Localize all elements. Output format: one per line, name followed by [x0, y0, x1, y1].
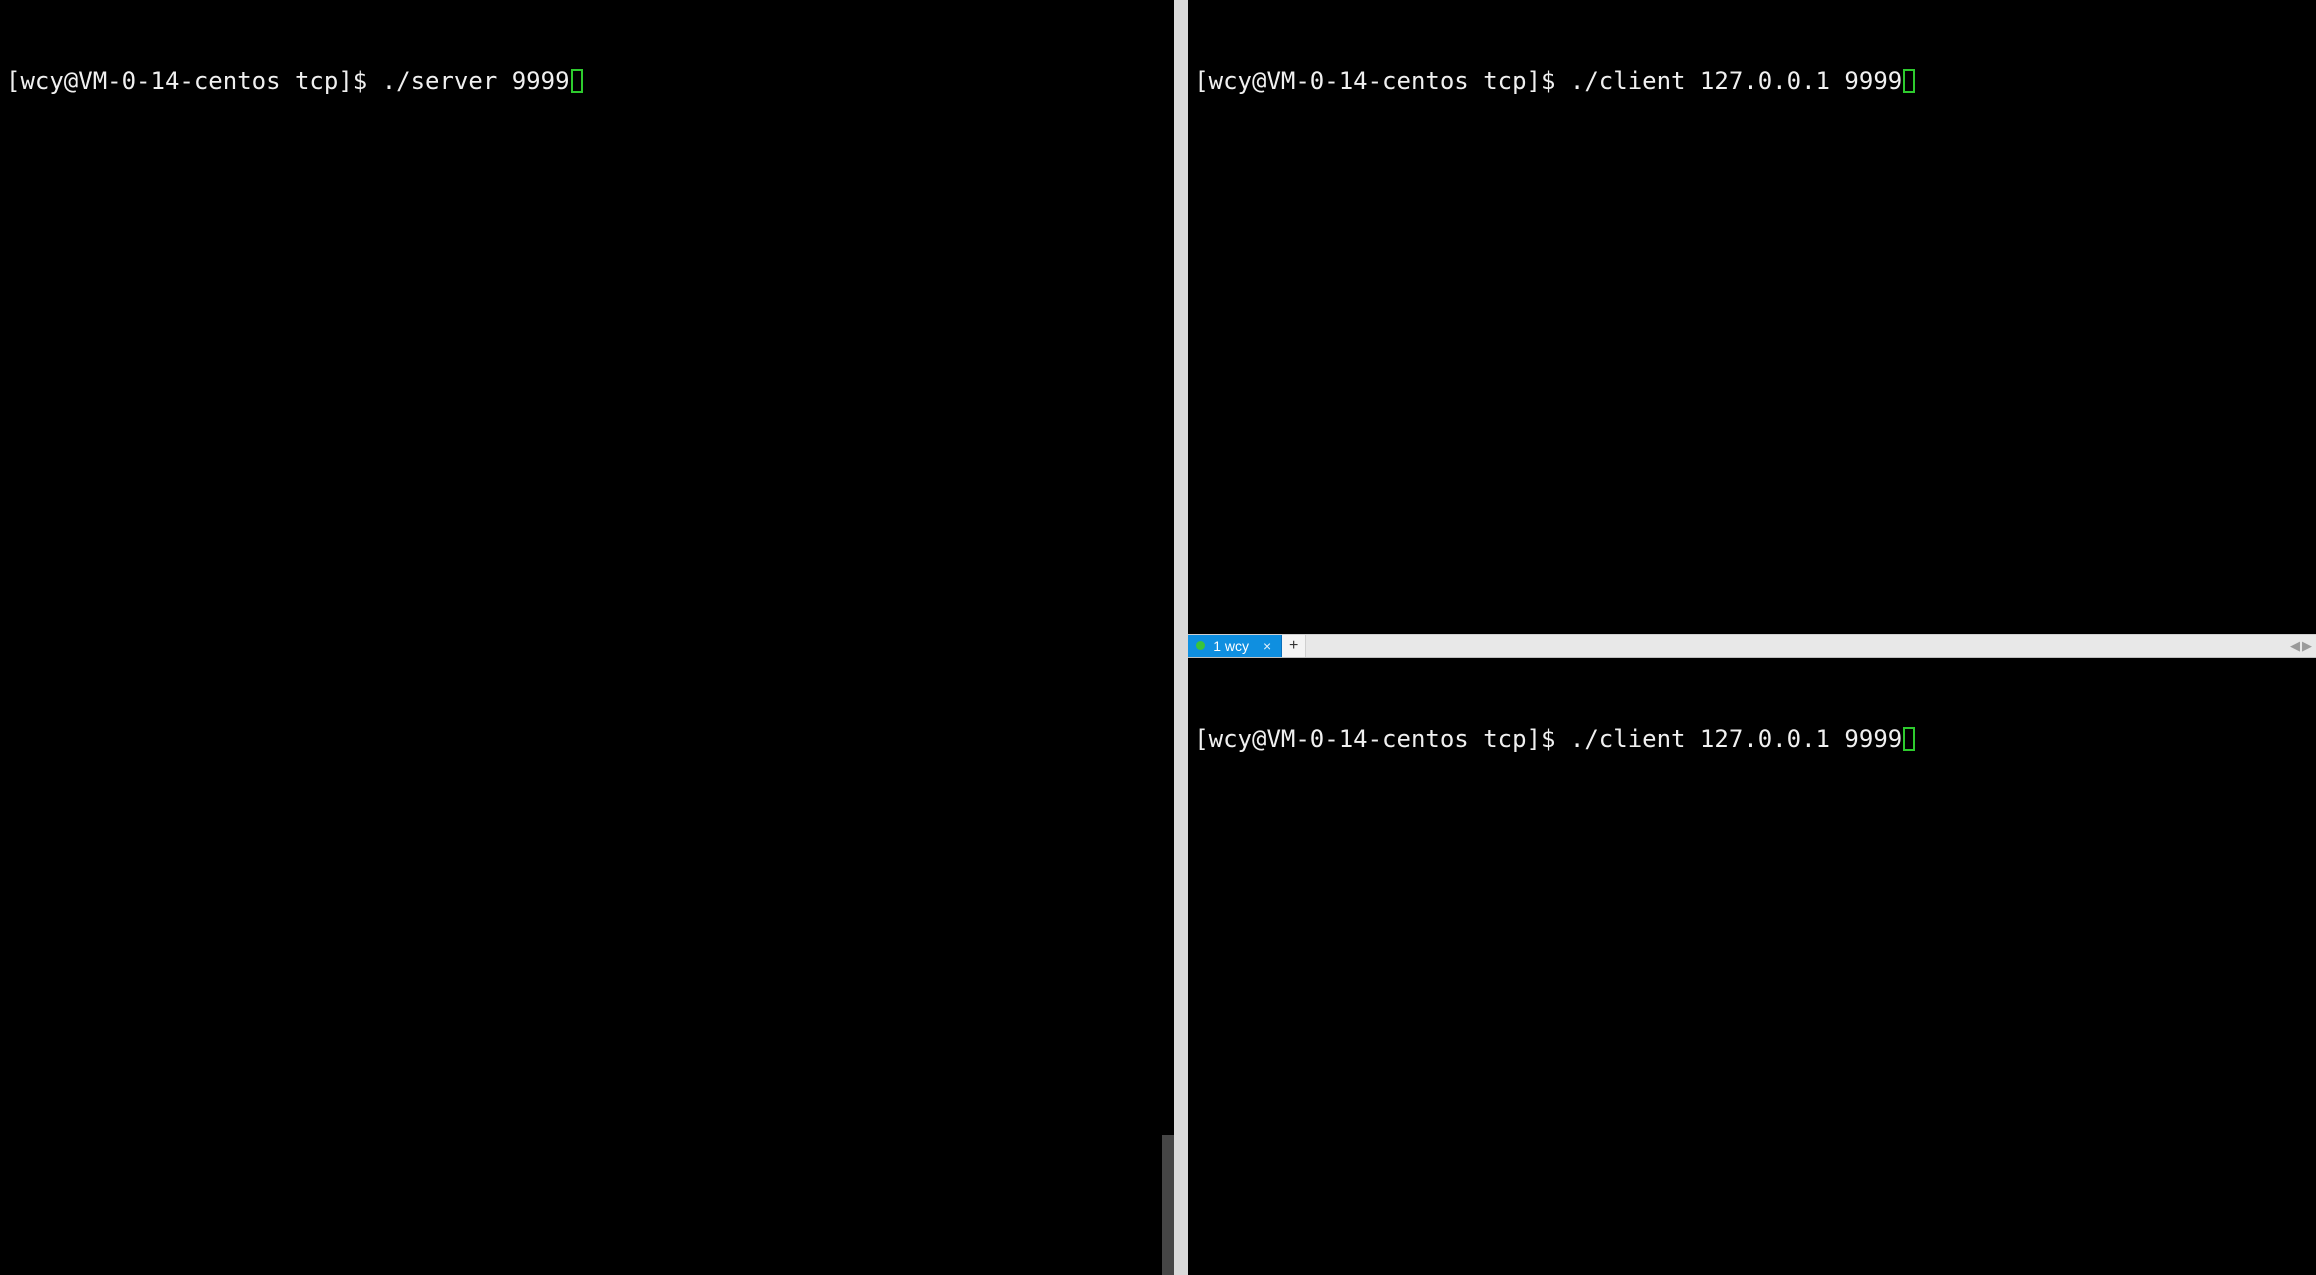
- new-tab-button[interactable]: +: [1282, 635, 1306, 657]
- plus-icon: +: [1289, 637, 1298, 655]
- right-bottom-terminal[interactable]: [wcy@VM-0-14-centos tcp]$ ./client 127.0…: [1188, 658, 2316, 1275]
- shell-command: ./client 127.0.0.1 9999: [1570, 67, 1902, 95]
- terminal-line: [wcy@VM-0-14-centos tcp]$ ./server 9999: [6, 66, 1168, 96]
- tab-title: wcy: [1225, 638, 1249, 654]
- terminal-line: [wcy@VM-0-14-centos tcp]$ ./client 127.0…: [1194, 724, 2310, 754]
- tab-index: 1: [1213, 638, 1221, 654]
- left-terminal[interactable]: [wcy@VM-0-14-centos tcp]$ ./server 9999: [0, 0, 1174, 1275]
- shell-prompt: [wcy@VM-0-14-centos tcp]$: [1194, 725, 1570, 753]
- right-bottom-terminal-wrapper: 1 wcy × + ◀ ▶ [wcy@VM-0-14-centos tcp]$ …: [1188, 634, 2316, 1275]
- vertical-splitter[interactable]: [1174, 0, 1188, 1275]
- right-top-terminal-wrapper: [wcy@VM-0-14-centos tcp]$ ./client 127.0…: [1188, 0, 2316, 634]
- scrollbar-thumb[interactable]: [1162, 1135, 1174, 1275]
- terminal-line: [wcy@VM-0-14-centos tcp]$ ./client 127.0…: [1194, 66, 2310, 96]
- tab-scroll-arrows: ◀ ▶: [2286, 635, 2316, 657]
- tab-label: 1 wcy: [1213, 638, 1249, 654]
- left-terminal-column: [wcy@VM-0-14-centos tcp]$ ./server 9999: [0, 0, 1174, 1275]
- workspace: [wcy@VM-0-14-centos tcp]$ ./server 9999 …: [0, 0, 2316, 1275]
- tab-bar: 1 wcy × + ◀ ▶: [1188, 634, 2316, 658]
- scrollbar-track: [1162, 0, 1174, 1275]
- status-dot-icon: [1196, 641, 1205, 650]
- cursor-icon: [1903, 727, 1915, 751]
- shell-prompt: [wcy@VM-0-14-centos tcp]$: [6, 67, 382, 95]
- tab-active[interactable]: 1 wcy ×: [1188, 635, 1282, 657]
- chevron-right-icon[interactable]: ▶: [2302, 638, 2312, 654]
- tab-bar-fill: [1306, 635, 2286, 657]
- shell-command: ./client 127.0.0.1 9999: [1570, 725, 1902, 753]
- shell-prompt: [wcy@VM-0-14-centos tcp]$: [1194, 67, 1570, 95]
- right-top-terminal[interactable]: [wcy@VM-0-14-centos tcp]$ ./client 127.0…: [1188, 0, 2316, 634]
- cursor-icon: [1903, 69, 1915, 93]
- right-terminal-column: [wcy@VM-0-14-centos tcp]$ ./client 127.0…: [1188, 0, 2316, 1275]
- chevron-left-icon[interactable]: ◀: [2290, 638, 2300, 654]
- shell-command: ./server 9999: [382, 67, 570, 95]
- close-icon[interactable]: ×: [1261, 639, 1273, 653]
- cursor-icon: [571, 69, 583, 93]
